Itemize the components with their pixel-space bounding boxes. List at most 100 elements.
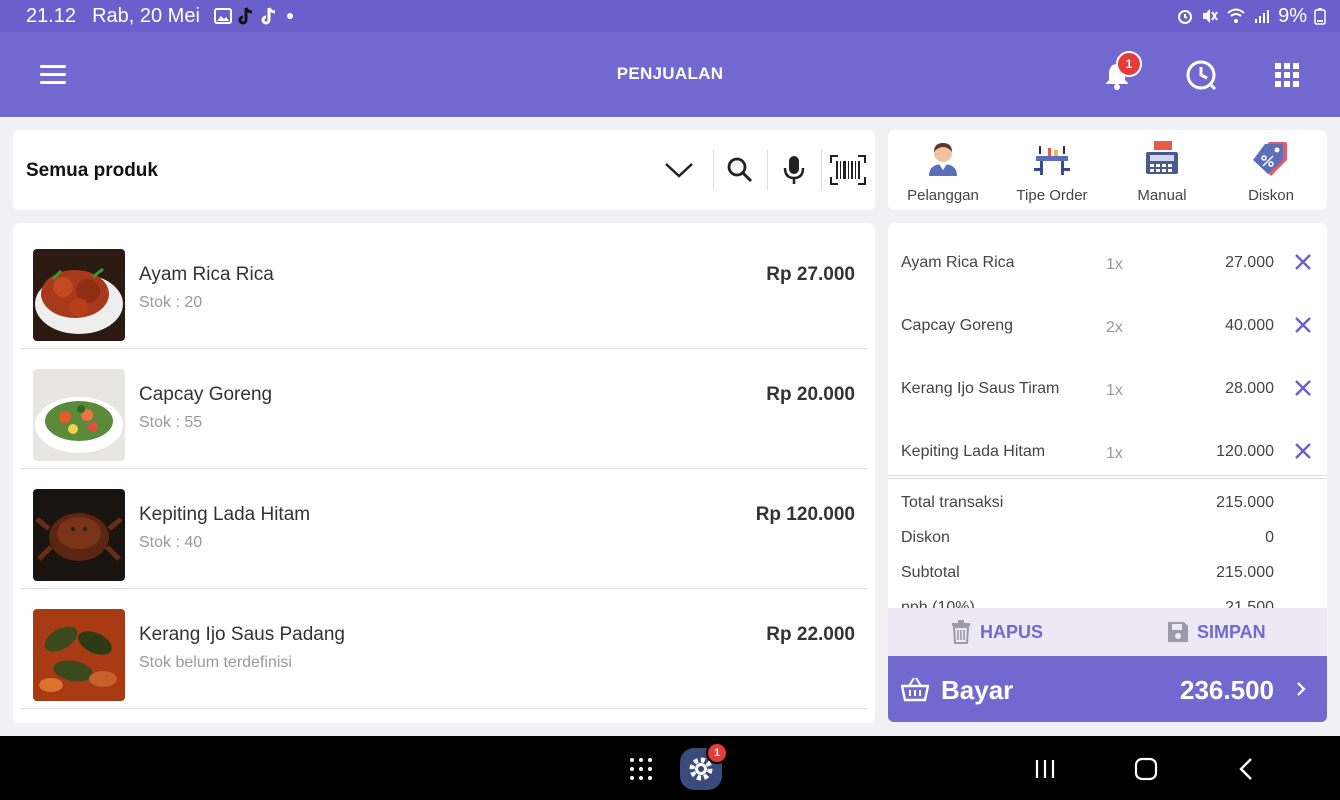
- tiktok-icon: [261, 7, 275, 25]
- cart-item-name: Capcay Goreng: [901, 317, 1014, 334]
- date: Rab, 20 Mei: [92, 4, 200, 27]
- product-image: [33, 489, 125, 581]
- remove-item-icon[interactable]: [1291, 313, 1315, 337]
- product-name: Ayam Rica Rica: [139, 264, 274, 285]
- search-button[interactable]: [717, 150, 763, 190]
- status-bar: 21.12 Rab, 20 Mei 9%: [0, 0, 1340, 32]
- settings-badge: 1: [706, 742, 728, 764]
- cart-item-qty: 2x: [1106, 319, 1123, 336]
- product-list: Ayam Rica Rica Stok : 20 Rp 27.000 Capca…: [13, 223, 875, 723]
- alarm-icon: [1178, 10, 1193, 24]
- summary-label: pph (10%): [901, 599, 975, 608]
- battery-percent: 9%: [1278, 4, 1307, 27]
- cart-item-qty: 1x: [1106, 445, 1123, 462]
- order-type-label: Tipe Order: [1016, 187, 1088, 204]
- basket-icon: [901, 677, 929, 702]
- product-row[interactable]: Kepiting Lada Hitam Stok : 40 Rp 120.000: [21, 469, 867, 589]
- remove-item-icon[interactable]: [1291, 376, 1315, 400]
- product-stock: Stok : 20: [139, 294, 203, 311]
- product-stock: Stok belum terdefinisi: [139, 654, 292, 671]
- notification-badge: 1: [1116, 51, 1142, 77]
- cart-item-price: 40.000: [1225, 317, 1274, 334]
- microphone-icon: [783, 156, 805, 184]
- cart-item[interactable]: Capcay Goreng 2x 40.000: [888, 295, 1327, 358]
- back-arrow-icon: [1239, 758, 1252, 780]
- cart-item-name: Ayam Rica Rica: [901, 254, 1015, 271]
- home-button[interactable]: [1129, 752, 1163, 786]
- voice-search-button[interactable]: [771, 150, 817, 190]
- summary-total: Total transaksi 215.000: [888, 486, 1327, 521]
- gallery-icon: [213, 8, 232, 24]
- product-price: Rp 120.000: [755, 504, 855, 525]
- remove-item-icon[interactable]: [1291, 439, 1315, 463]
- back-button[interactable]: [1230, 752, 1264, 786]
- category-dropdown-button[interactable]: [656, 150, 702, 190]
- dot-icon: [286, 13, 293, 19]
- discount-tag-icon: [1253, 142, 1287, 176]
- history-button[interactable]: [1184, 58, 1218, 92]
- clock: 21.12: [26, 4, 77, 27]
- summary-value: 21.500: [1225, 599, 1274, 608]
- product-stock: Stok : 40: [139, 534, 203, 551]
- recent-apps-icon: [1035, 760, 1055, 778]
- cart-item-name: Kepiting Lada Hitam: [901, 443, 1046, 460]
- order-type-button[interactable]: Tipe Order: [997, 136, 1107, 206]
- category-filter-label[interactable]: Semua produk: [26, 160, 158, 182]
- clock-history-icon: [1186, 60, 1217, 91]
- summary-value: 215.000: [1216, 494, 1274, 511]
- customer-button[interactable]: Pelanggan: [888, 136, 998, 206]
- product-row[interactable]: Ayam Rica Rica Stok : 20 Rp 27.000: [21, 229, 867, 349]
- apps-grid-icon: [630, 758, 652, 780]
- product-price: Rp 20.000: [766, 384, 855, 405]
- dining-table-icon: [1034, 146, 1070, 175]
- search-icon: [727, 157, 753, 183]
- summary-label: Diskon: [901, 529, 950, 546]
- pay-button[interactable]: Bayar 236.500: [888, 656, 1327, 722]
- settings-app-button[interactable]: 1: [680, 742, 728, 790]
- summary-subtotal: Subtotal 215.000: [888, 556, 1327, 591]
- product-filter-bar: Semua produk: [13, 130, 875, 210]
- pay-label: Bayar: [941, 675, 1014, 705]
- summary-value: 0: [1265, 529, 1274, 546]
- signal-icon: [1255, 10, 1270, 23]
- cart-item-price: 28.000: [1225, 380, 1274, 397]
- cart-item[interactable]: Ayam Rica Rica 1x 27.000: [888, 232, 1327, 295]
- product-row[interactable]: Kerang Ijo Saus Padang Stok belum terdef…: [21, 589, 867, 709]
- product-price: Rp 22.000: [766, 624, 855, 645]
- cart-item-qty: 1x: [1106, 256, 1123, 273]
- product-image: [33, 369, 125, 461]
- system-nav-bar: 1: [0, 736, 1340, 800]
- pay-total: 236.500: [1180, 675, 1274, 705]
- recent-apps-button[interactable]: [1028, 752, 1062, 786]
- product-row[interactable]: Capcay Goreng Stok : 55 Rp 20.000: [21, 349, 867, 469]
- app-drawer-button[interactable]: [624, 752, 658, 786]
- product-image: [33, 249, 125, 341]
- product-image: [33, 609, 125, 701]
- manual-entry-button[interactable]: Manual: [1107, 136, 1217, 206]
- delete-button[interactable]: HAPUS: [950, 620, 1043, 644]
- app-bar: PENJUALAN 1: [0, 32, 1340, 117]
- wifi-icon: [1227, 8, 1245, 23]
- discount-button[interactable]: Diskon: [1216, 136, 1326, 206]
- summary-label: Total transaksi: [901, 494, 1004, 511]
- mute-icon: [1203, 9, 1218, 23]
- home-icon: [1134, 757, 1158, 781]
- grid-icon: [1275, 63, 1299, 87]
- cart-item-name: Kerang Ijo Saus Tiram: [901, 380, 1060, 397]
- cart-item-qty: 1x: [1106, 382, 1123, 399]
- cart-item[interactable]: Kerang Ijo Saus Tiram 1x 28.000: [888, 358, 1327, 421]
- barcode-icon: [830, 155, 866, 185]
- remove-item-icon[interactable]: [1291, 250, 1315, 274]
- customer-label: Pelanggan: [907, 187, 979, 204]
- notification-button[interactable]: 1: [1100, 51, 1142, 92]
- product-name: Kerang Ijo Saus Padang: [139, 624, 345, 645]
- grid-menu-button[interactable]: [1270, 58, 1304, 92]
- manual-label: Manual: [1137, 187, 1187, 204]
- product-name: Kepiting Lada Hitam: [139, 504, 311, 525]
- cart-item-price: 27.000: [1225, 254, 1274, 271]
- discount-label: Diskon: [1248, 187, 1294, 204]
- save-button[interactable]: SIMPAN: [1167, 620, 1266, 644]
- summary-value: 215.000: [1216, 564, 1274, 581]
- barcode-scan-button[interactable]: [825, 150, 871, 190]
- chevron-right-icon: [1297, 682, 1306, 696]
